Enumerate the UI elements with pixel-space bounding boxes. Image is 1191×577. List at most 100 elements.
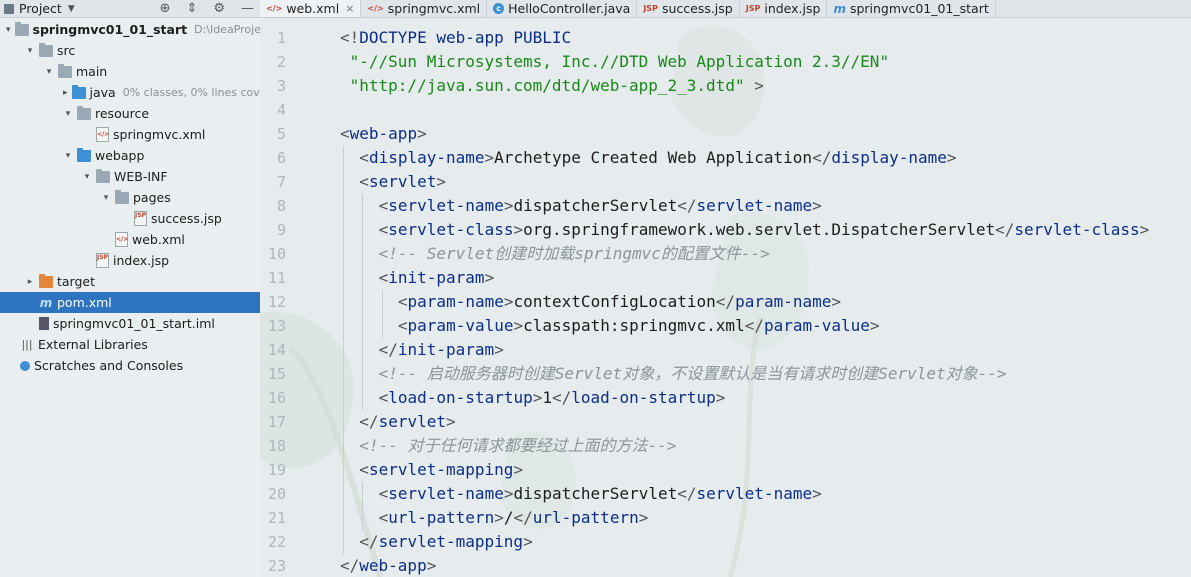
- library-icon: |||: [21, 337, 33, 351]
- chevron-down-icon[interactable]: ▾: [63, 109, 73, 119]
- tree-item[interactable]: ▾ main: [0, 61, 260, 82]
- bracket: >: [484, 268, 495, 287]
- line-number: 8: [276, 197, 286, 215]
- editor-tab[interactable]: </> web.xml ×: [260, 0, 362, 17]
- chevron-down-icon[interactable]: ▾: [44, 67, 54, 77]
- bracket: >: [869, 316, 880, 335]
- xml-tag: display-name: [831, 148, 947, 167]
- bracket: <: [378, 388, 389, 407]
- xml-tag: url-pattern: [532, 508, 639, 527]
- line-number: 19: [267, 461, 286, 479]
- chevron-down-icon[interactable]: ▾: [25, 46, 35, 56]
- editor-tab[interactable]: JSP success.jsp: [637, 0, 740, 17]
- xml-tag: DOCTYPE web-app PUBLIC: [359, 28, 572, 47]
- tree-item[interactable]: ▸JSPsuccess.jsp: [0, 208, 260, 229]
- bracket: <: [359, 148, 369, 167]
- editor-tab[interactable]: JSP index.jsp: [740, 0, 828, 17]
- code-line: <!DOCTYPE web-app PUBLIC: [340, 26, 571, 50]
- editor-tab[interactable]: m springmvc01_01_start: [827, 0, 996, 17]
- tree-item-label: External Libraries: [38, 337, 148, 352]
- code-area[interactable]: <!DOCTYPE web-app PUBLIC "-//Sun Microsy…: [340, 17, 1191, 577]
- tree-item[interactable]: ▸JSPindex.jsp: [0, 250, 260, 271]
- tree-item[interactable]: ▸mpom.xml: [0, 292, 260, 313]
- tree-item-label: web.xml: [132, 232, 185, 247]
- xml-tag: init-param: [397, 340, 495, 359]
- xml-tag: url-pattern: [388, 508, 495, 527]
- tree-item[interactable]: ▸springmvc01_01_start.iml: [0, 313, 260, 334]
- excluded-folder-icon: [39, 273, 53, 288]
- chevron-down-icon[interactable]: ▾: [82, 172, 92, 182]
- string-literal: "-//Sun Microsystems, Inc.//DTD Web Appl…: [340, 52, 890, 71]
- bracket: >: [484, 148, 495, 167]
- chevron-down-icon: ▼: [67, 3, 75, 14]
- line-number: 15: [267, 365, 286, 383]
- editor-tab-label: web.xml: [286, 1, 340, 16]
- project-view-selector[interactable]: Project ▼: [4, 1, 75, 16]
- line-number: 6: [276, 149, 286, 167]
- close-icon[interactable]: ×: [345, 2, 354, 15]
- chevron-down-icon[interactable]: ▾: [6, 25, 11, 35]
- jsp-file-icon: JSP: [745, 4, 761, 13]
- tree-item[interactable]: ▾ WEB-INF: [0, 166, 260, 187]
- text-content: classpath:springmvc.xml: [523, 316, 745, 335]
- locate-icon[interactable]: ⊕: [160, 0, 171, 17]
- tree-item[interactable]: ▾ resource: [0, 103, 260, 124]
- xml-tag: servlet-mapping: [368, 460, 514, 479]
- bracket: >: [503, 292, 514, 311]
- xml-comment: <!-- 启动服务器时创建Servlet对象，不设置默认是当有请求时创建Serv…: [378, 364, 1007, 383]
- xml-tag: servlet-name: [696, 196, 813, 215]
- line-number: 16: [267, 389, 286, 407]
- gear-icon[interactable]: ⚙: [213, 0, 225, 17]
- tree-item[interactable]: ▸Scratches and Consoles: [0, 355, 260, 376]
- hide-panel-icon[interactable]: —: [241, 0, 254, 17]
- tree-item[interactable]: ▾ webapp: [0, 145, 260, 166]
- indent-guide: [381, 290, 383, 338]
- code-line: <!-- Servlet创建时加载springmvc的配置文件-->: [379, 242, 770, 266]
- xml-tag: param-value: [763, 316, 870, 335]
- chevron-right-icon[interactable]: ▸: [25, 277, 35, 287]
- editor-tab-label: springmvc.xml: [387, 1, 481, 16]
- tree-item[interactable]: ▾ pages: [0, 187, 260, 208]
- tree-item[interactable]: ▾ src: [0, 40, 260, 61]
- bracket: >: [638, 508, 649, 527]
- xml-tag: param-name: [407, 292, 504, 311]
- tree-item[interactable]: ▸|||External Libraries: [0, 334, 260, 355]
- bracket: <: [378, 196, 389, 215]
- jsp-file-icon: JSP: [96, 253, 109, 268]
- line-number: 12: [267, 293, 286, 311]
- bracket: <: [378, 484, 389, 503]
- tree-item[interactable]: ▸</>web.xml: [0, 229, 260, 250]
- tree-item[interactable]: ▾ springmvc01_01_start D:\IdeaProjects\: [0, 19, 260, 40]
- project-panel-title: Project: [19, 1, 62, 16]
- text-content: dispatcherServlet: [513, 196, 678, 215]
- xml-file-icon: </>: [367, 4, 384, 13]
- indent-guide: [343, 146, 344, 554]
- module-file-icon: [39, 317, 49, 330]
- bracket: <: [359, 460, 369, 479]
- chevron-down-icon[interactable]: ▾: [101, 193, 111, 203]
- indent-guide: [362, 482, 364, 530]
- bracket: >: [1139, 220, 1150, 239]
- tree-item[interactable]: ▸ java 0% classes, 0% lines cove: [0, 82, 260, 103]
- maven-icon: m: [39, 295, 53, 310]
- bracket: </: [513, 508, 533, 527]
- code-line: <!-- 对于任何请求都要经过上面的方法-->: [359, 434, 676, 458]
- chevron-right-icon[interactable]: ▸: [63, 88, 68, 98]
- folder-icon: [96, 168, 110, 183]
- bracket: >: [946, 148, 957, 167]
- tree-item[interactable]: ▸</>springmvc.xml: [0, 124, 260, 145]
- code-line: <display-name>Archetype Created Web Appl…: [359, 146, 956, 170]
- editor-tab-label: HelloController.java: [508, 1, 631, 16]
- chevron-down-icon[interactable]: ▾: [63, 151, 73, 161]
- bracket: >: [715, 388, 726, 407]
- collapse-all-icon[interactable]: ⇕: [186, 0, 197, 17]
- line-number: 1: [276, 29, 286, 47]
- tree-item[interactable]: ▸ target: [0, 271, 260, 292]
- tree-item-label: Scratches and Consoles: [34, 358, 184, 373]
- editor-tab[interactable]: c HelloController.java: [487, 0, 638, 17]
- editor-tab[interactable]: </> springmvc.xml: [361, 0, 488, 17]
- bracket: <: [378, 220, 389, 239]
- bracket: >: [426, 556, 437, 575]
- code-line: <servlet-mapping>: [359, 458, 523, 482]
- tree-item-label: springmvc.xml: [113, 127, 206, 142]
